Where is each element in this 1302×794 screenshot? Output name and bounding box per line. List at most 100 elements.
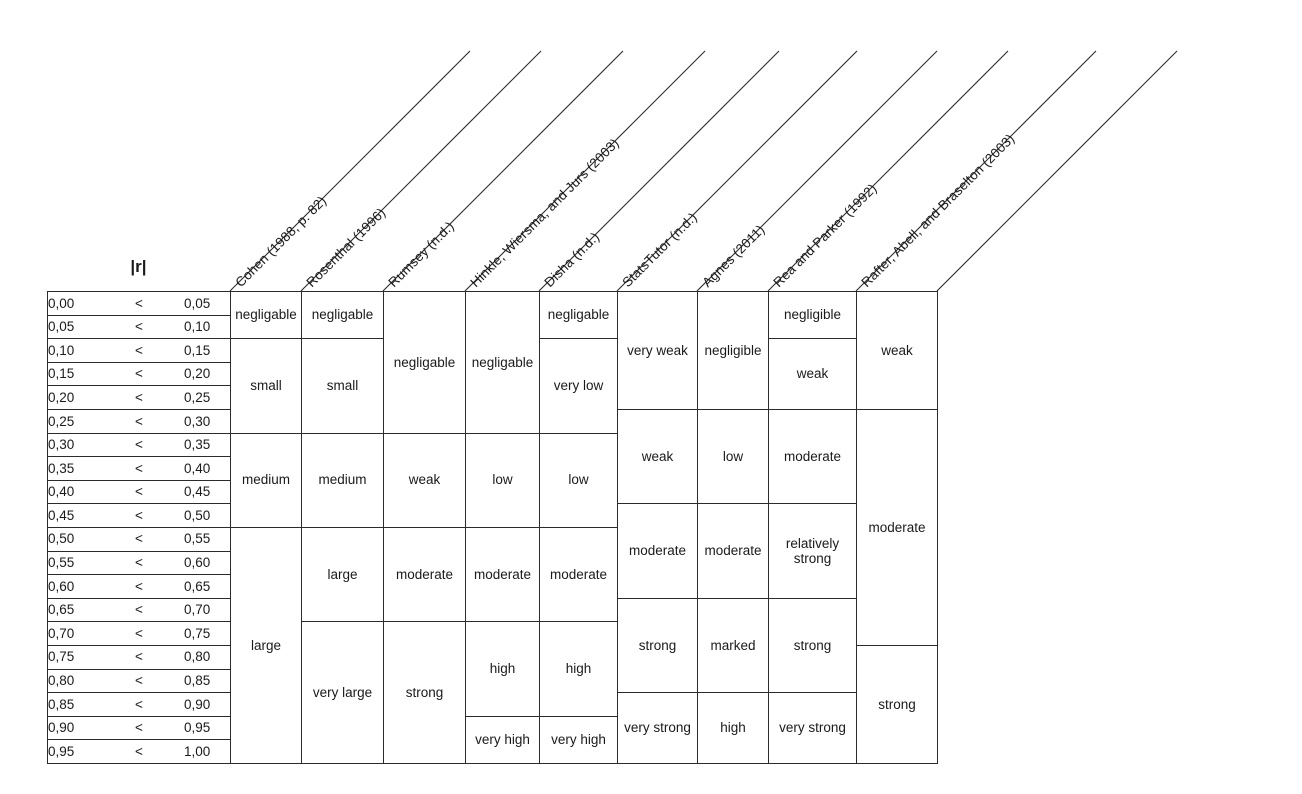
column-header-3: Rumsey (n.d.)	[385, 218, 457, 290]
strength-cell: medium	[301, 432, 384, 528]
range-operator: <	[135, 507, 143, 523]
strength-cell: weak	[617, 408, 698, 505]
range-lower-bound: 0,35	[48, 460, 75, 476]
range-lower-bound: 0,60	[48, 578, 75, 594]
range-lower-bound: 0,90	[48, 720, 75, 736]
strength-cell: small	[301, 338, 384, 434]
range-cell: 0,25 <0,30	[47, 408, 231, 434]
range-upper-bound: 0,10	[184, 319, 211, 335]
range-lower-bound: 0,30	[48, 437, 75, 453]
column-header-9: Rafter, Abell, and Braselton (2003)	[858, 130, 1018, 290]
range-upper-bound: 0,50	[184, 507, 211, 523]
header-divider-line	[382, 50, 624, 292]
range-operator: <	[135, 673, 143, 689]
range-lower-bound: 0,15	[48, 366, 75, 382]
strength-cell: very weak	[617, 291, 698, 410]
range-upper-bound: 0,40	[184, 460, 211, 476]
range-upper-bound: 0,15	[184, 342, 211, 358]
strength-cell: small	[230, 338, 302, 434]
range-lower-bound: 0,20	[48, 389, 75, 405]
range-lower-bound: 0,25	[48, 413, 75, 429]
range-cell: 0,15 <0,20	[47, 361, 231, 387]
diagonal-header-band: Cohen (1988, p. 82) Rosenthal (1996) Rumse…	[0, 0, 1302, 292]
strength-cell: moderate	[617, 503, 698, 599]
header-divider-line	[767, 50, 1009, 292]
strength-cell: very large	[301, 621, 384, 764]
range-cell: 0,60 <0,65	[47, 574, 231, 599]
strength-cell: weak	[856, 291, 938, 410]
column-header-6: StatsTutor (n.d.)	[619, 209, 700, 290]
range-lower-bound: 0,80	[48, 673, 75, 689]
page-title: |r|	[130, 257, 147, 276]
header-divider-line	[229, 50, 471, 292]
strength-cell: negligable	[230, 290, 302, 340]
strength-cell: strong	[617, 597, 698, 694]
strength-cell: very low	[539, 338, 618, 434]
header-divider-line	[855, 50, 1097, 292]
strength-cell: very high	[539, 715, 618, 764]
strength-cell: large	[301, 526, 384, 623]
range-operator: <	[135, 460, 143, 476]
range-operator: <	[135, 578, 143, 594]
range-upper-bound: 0,35	[184, 437, 211, 453]
range-lower-bound: 0,70	[48, 625, 75, 641]
range-lower-bound: 0,75	[48, 649, 75, 665]
range-operator: <	[135, 531, 143, 547]
range-operator: <	[135, 555, 143, 571]
range-upper-bound: 0,85	[184, 673, 211, 689]
strength-cell: very strong	[617, 692, 698, 764]
strength-cell: weak	[768, 338, 857, 410]
strength-cell: negligable	[465, 291, 540, 434]
range-upper-bound: 0,75	[184, 625, 211, 641]
strength-cell: moderate	[856, 408, 938, 646]
range-lower-bound: 0,10	[48, 342, 75, 358]
range-cell: 0,85 <0,90	[47, 692, 231, 717]
strength-cell: medium	[230, 432, 302, 528]
strength-cell: moderate	[768, 408, 857, 505]
range-upper-bound: 0,20	[184, 366, 211, 382]
strength-cell: high	[465, 621, 540, 717]
range-cell: 0,10 <0,15	[47, 338, 231, 363]
range-operator: <	[135, 319, 143, 335]
range-upper-bound: 0,65	[184, 578, 211, 594]
strength-cell: weak	[383, 432, 466, 528]
strength-cell: large	[230, 526, 302, 764]
range-operator: <	[135, 625, 143, 641]
range-cell: 0,75 <0,80	[47, 644, 231, 670]
range-operator: <	[135, 484, 143, 500]
strength-cell: negligible	[697, 291, 769, 410]
range-operator: <	[135, 720, 143, 736]
range-operator: <	[135, 413, 143, 429]
range-lower-bound: 0,00	[48, 295, 75, 311]
range-cell: 0,35 <0,40	[47, 456, 231, 481]
strength-cell: moderate	[697, 503, 769, 599]
correlation-matrix: 0,00 <0,05 negligable negligable negligable n…	[47, 290, 938, 764]
range-cell: 0,50 <0,55	[47, 526, 231, 552]
range-upper-bound: 0,80	[184, 649, 211, 665]
range-upper-bound: 0,05	[184, 295, 211, 311]
column-header-1: Cohen (1988, p. 82)	[232, 193, 330, 290]
range-lower-bound: 0,95	[48, 743, 75, 759]
range-upper-bound: 0,30	[184, 413, 211, 429]
strength-cell: low	[465, 432, 540, 528]
header-divider-line	[616, 50, 858, 292]
column-header-8: Rea and Parker (1992)	[770, 180, 880, 290]
range-upper-bound: 0,45	[184, 484, 211, 500]
header-divider-line	[464, 50, 706, 292]
strength-cell: negligable	[383, 291, 466, 434]
column-header-4: Hinkle, Wiersma, and Jurs (2003)	[467, 135, 622, 290]
range-lower-bound: 0,45	[48, 507, 75, 523]
range-cell: 0,55 <0,60	[47, 550, 231, 576]
range-cell: 0,80 <0,85	[47, 668, 231, 694]
column-header-7: Agnes (2011)	[699, 221, 768, 290]
range-operator: <	[135, 696, 143, 712]
strength-cell: high	[697, 692, 769, 764]
strength-cell: moderate	[383, 526, 466, 623]
strength-cell: negligable	[539, 290, 618, 340]
range-upper-bound: 0,25	[184, 389, 211, 405]
range-lower-bound: 0,05	[48, 319, 75, 335]
header-divider-line	[696, 50, 938, 292]
range-operator: <	[135, 366, 143, 382]
range-cell: 0,05 <0,10	[47, 314, 231, 340]
range-operator: <	[135, 295, 143, 311]
